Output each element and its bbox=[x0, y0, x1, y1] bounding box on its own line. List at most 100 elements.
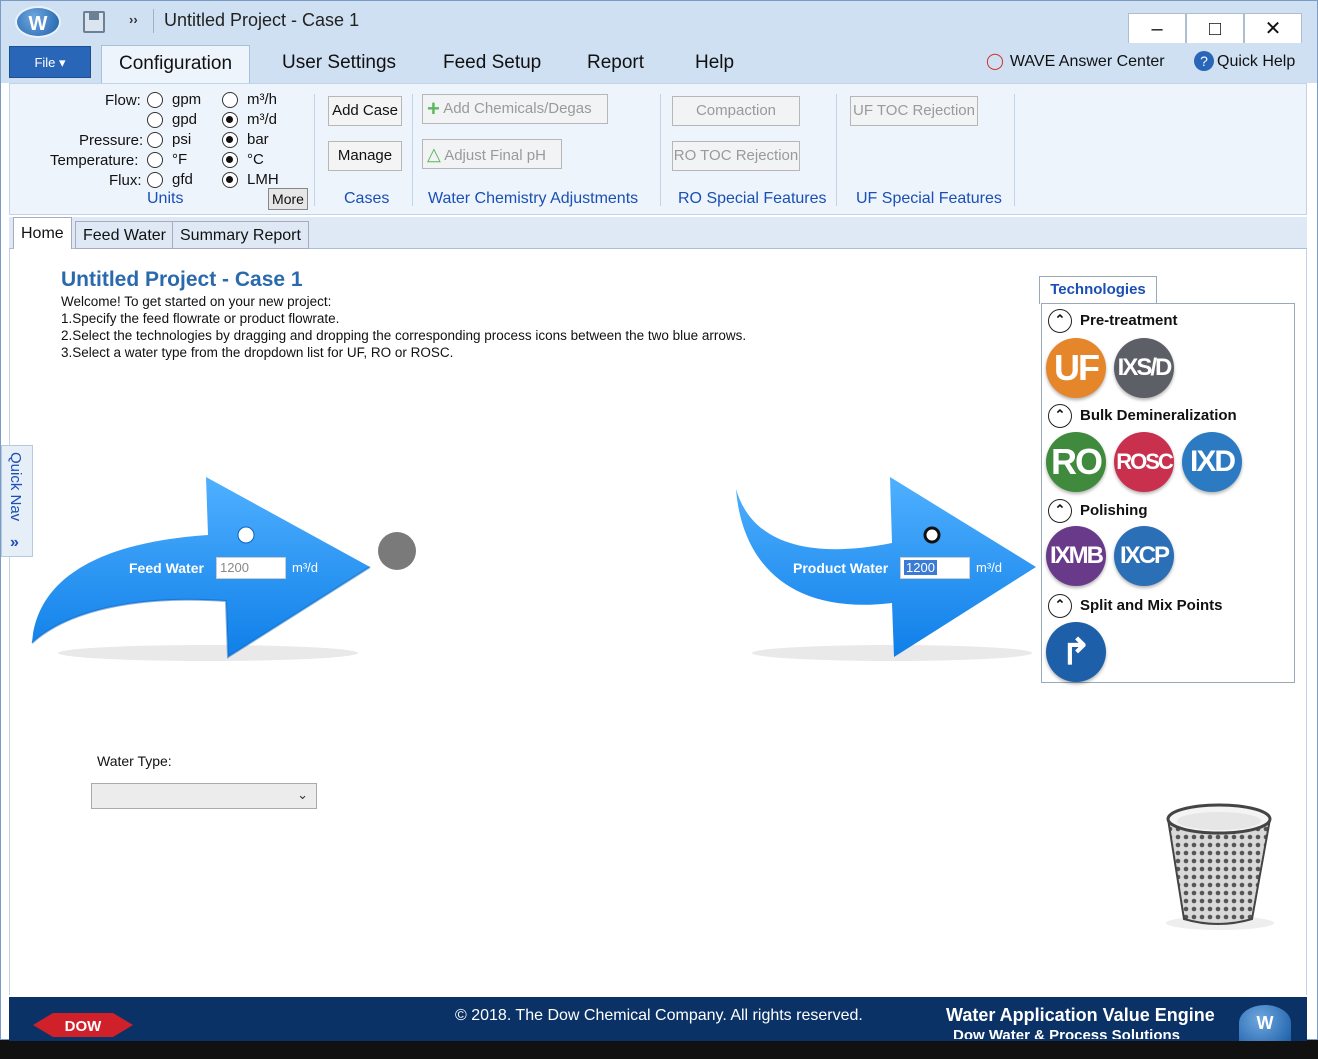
file-menu-button[interactable]: File ▾ bbox=[9, 46, 91, 78]
water-type-select[interactable]: ⌄ bbox=[91, 783, 317, 809]
unit-gpd-radio[interactable] bbox=[147, 112, 163, 128]
collapse-icon: ⌃ bbox=[1048, 499, 1072, 523]
instruction-step-3: 3.Select a water type from the dropdown … bbox=[61, 345, 454, 360]
rosc-icon[interactable]: ROSC bbox=[1114, 432, 1174, 492]
ribbon-tab-bar: File ▾ Configuration User Settings Feed … bbox=[1, 43, 1317, 83]
tab-report[interactable]: Report bbox=[587, 49, 644, 77]
unit-gfd-label: gfd bbox=[172, 171, 193, 188]
ribbon-panel: Flow: Pressure: Temperature: Flux: gpm g… bbox=[9, 83, 1307, 215]
tab-summary-report[interactable]: Summary Report bbox=[172, 221, 309, 249]
plus-icon: + bbox=[427, 96, 440, 121]
title-bar: W ›› Untitled Project - Case 1 – □ ✕ bbox=[1, 1, 1317, 45]
ro-toc-rejection-button[interactable]: RO TOC Rejection bbox=[672, 141, 800, 171]
adjust-ph-label: Adjust Final pH bbox=[444, 147, 546, 164]
tab-feed-water[interactable]: Feed Water bbox=[75, 221, 174, 249]
copyright-text: © 2018. The Dow Chemical Company. All ri… bbox=[455, 1007, 863, 1024]
trash-bin-icon[interactable] bbox=[1158, 801, 1274, 931]
polishing-category[interactable]: ⌃ Polishing bbox=[1048, 499, 1148, 523]
unit-c-radio[interactable] bbox=[222, 152, 238, 168]
product-water-arrow: Product Water 1200 m³/d bbox=[732, 475, 1042, 665]
tab-user-settings[interactable]: User Settings bbox=[282, 49, 396, 77]
adjust-ph-button[interactable]: △ Adjust Final pH bbox=[422, 139, 562, 169]
unit-gpm-label: gpm bbox=[172, 91, 202, 108]
split-mix-category[interactable]: ⌃ Split and Mix Points bbox=[1048, 594, 1223, 618]
unit-bar-label: bar bbox=[247, 131, 269, 148]
unit-psi-radio[interactable] bbox=[147, 132, 163, 148]
tab-configuration[interactable]: Configuration bbox=[101, 45, 251, 83]
unit-lmh-label: LMH bbox=[247, 171, 279, 188]
feed-flow-unit: m³/d bbox=[292, 560, 318, 575]
temperature-label: Temperature: bbox=[50, 152, 139, 169]
cases-group-title: Cases bbox=[344, 190, 390, 207]
unit-bar-radio[interactable] bbox=[222, 132, 238, 148]
add-chemicals-button[interactable]: + Add Chemicals/Degas bbox=[422, 94, 608, 124]
ribbon-separator bbox=[660, 94, 661, 206]
bulk-demin-category[interactable]: ⌃ Bulk Demineralization bbox=[1048, 404, 1237, 428]
add-chemicals-label: Add Chemicals/Degas bbox=[443, 100, 592, 117]
technologies-tab[interactable]: Technologies bbox=[1039, 276, 1157, 304]
unit-psi-label: psi bbox=[172, 131, 192, 148]
add-case-button[interactable]: Add Case bbox=[328, 96, 402, 126]
quick-nav-label: Quick Nav bbox=[7, 452, 24, 522]
product-water-label: Product Water bbox=[793, 560, 889, 576]
uf-special-group-title: UF Special Features bbox=[856, 190, 1002, 207]
save-icon[interactable] bbox=[83, 11, 105, 33]
maximize-button[interactable]: □ bbox=[1186, 13, 1244, 45]
unit-gfd-radio[interactable] bbox=[147, 172, 163, 188]
chemistry-group-title: Water Chemistry Adjustments bbox=[428, 190, 639, 207]
minimize-button[interactable]: – bbox=[1128, 13, 1186, 45]
quick-nav-panel[interactable]: Quick Nav » bbox=[1, 445, 33, 557]
manage-cases-button[interactable]: Manage bbox=[328, 141, 402, 171]
instructions: Welcome! To get started on your new proj… bbox=[61, 293, 746, 361]
feed-flow-input[interactable]: 1200 bbox=[216, 557, 286, 579]
pretreatment-category[interactable]: ⌃ Pre-treatment bbox=[1048, 309, 1178, 333]
close-button[interactable]: ✕ bbox=[1244, 13, 1302, 45]
feed-water-arrow: Feed Water 1200 m³/d bbox=[28, 475, 378, 665]
chevron-down-icon: ⌄ bbox=[297, 787, 308, 802]
wave-answer-center-link[interactable]: ◯ WAVE Answer Center bbox=[986, 51, 1165, 71]
ixd-icon[interactable]: IXD bbox=[1182, 432, 1242, 492]
dow-logo-text: DOW bbox=[65, 1018, 103, 1035]
flow-label: Flow: bbox=[105, 92, 141, 109]
product-name: Water Application Value Engine bbox=[946, 1005, 1215, 1025]
units-more-button[interactable]: More bbox=[268, 188, 308, 210]
app-window: W ›› Untitled Project - Case 1 – □ ✕ Fil… bbox=[0, 0, 1318, 1041]
connector-dot[interactable] bbox=[378, 532, 416, 570]
tab-feed-setup[interactable]: Feed Setup bbox=[443, 49, 541, 77]
product-flow-unit: m³/d bbox=[976, 560, 1002, 575]
feed-water-label: Feed Water bbox=[129, 560, 204, 576]
page-tab-bar: Home Feed Water Summary Report bbox=[9, 217, 1307, 250]
product-flow-value: 1200 bbox=[904, 560, 937, 575]
quick-access-more-icon[interactable]: ›› bbox=[129, 12, 138, 27]
ixcp-icon[interactable]: IXCP bbox=[1114, 526, 1174, 586]
instruction-step-1: 1.Specify the feed flowrate or product f… bbox=[61, 311, 340, 326]
pretreatment-label: Pre-treatment bbox=[1080, 311, 1178, 329]
unit-f-label: °F bbox=[172, 151, 188, 168]
project-title: Untitled Project - Case 1 bbox=[61, 268, 303, 291]
tab-help[interactable]: Help bbox=[695, 49, 734, 77]
title-separator bbox=[153, 9, 154, 33]
unit-lmh-radio[interactable] bbox=[222, 172, 238, 188]
unit-m3h-radio[interactable] bbox=[222, 92, 238, 108]
uf-toc-rejection-button[interactable]: UF TOC Rejection bbox=[850, 96, 978, 126]
compaction-button[interactable]: Compaction bbox=[672, 96, 800, 126]
help-icon: ? bbox=[1194, 51, 1214, 71]
unit-c-label: °C bbox=[247, 151, 264, 168]
ixsd-icon[interactable]: IXS/D bbox=[1114, 338, 1174, 398]
ixmb-icon[interactable]: IXMB bbox=[1046, 526, 1106, 586]
window-title: Untitled Project - Case 1 bbox=[164, 10, 360, 30]
ro-icon[interactable]: RO bbox=[1046, 432, 1106, 492]
quick-help-link[interactable]: ? Quick Help bbox=[1194, 51, 1295, 71]
product-flow-input[interactable]: 1200 bbox=[900, 557, 970, 579]
unit-f-radio[interactable] bbox=[147, 152, 163, 168]
instruction-intro: Welcome! To get started on your new proj… bbox=[61, 294, 332, 309]
unit-m3d-radio[interactable] bbox=[222, 112, 238, 128]
tab-home[interactable]: Home bbox=[13, 217, 72, 250]
app-logo-icon[interactable]: W bbox=[15, 6, 61, 38]
split-mix-icon[interactable]: ↱ bbox=[1046, 622, 1106, 682]
uf-icon[interactable]: UF bbox=[1046, 338, 1106, 398]
bulk-demin-label: Bulk Demineralization bbox=[1080, 406, 1237, 424]
unit-gpm-radio[interactable] bbox=[147, 92, 163, 108]
unit-m3h-label: m³/h bbox=[247, 91, 277, 108]
flux-label: Flux: bbox=[109, 172, 142, 189]
